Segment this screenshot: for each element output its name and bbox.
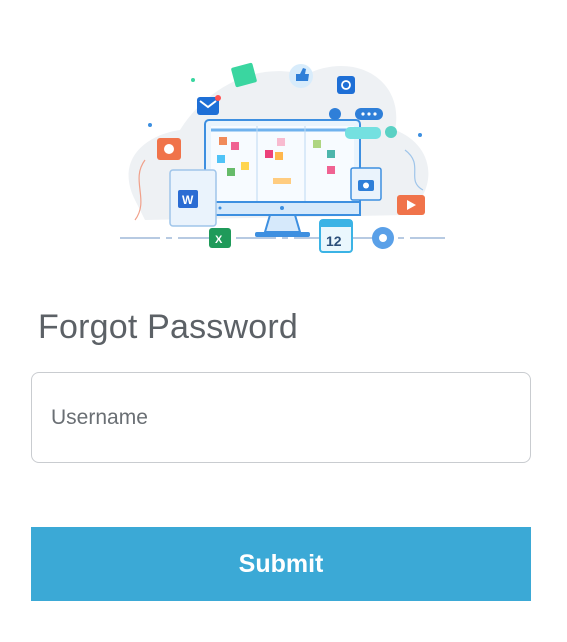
video-play-icon [397, 195, 425, 215]
email-icon [197, 95, 221, 115]
word-icon: W [169, 169, 217, 227]
calendar-icon: 12 [319, 219, 353, 253]
submit-button[interactable]: Submit [31, 527, 531, 601]
excel-icon: X [209, 228, 231, 248]
svg-text:12: 12 [326, 233, 342, 249]
svg-text:X: X [215, 234, 223, 246]
camera-icon [350, 167, 382, 201]
monitor-illustration: W X 12 [120, 62, 445, 253]
like-icon [289, 64, 313, 88]
page-title: Forgot Password [38, 308, 298, 346]
hero-illustration: W X 12 [105, 40, 455, 270]
username-input[interactable] [32, 405, 530, 430]
svg-text:W: W [182, 193, 194, 207]
username-field[interactable] [31, 372, 531, 463]
gear-icon [372, 227, 394, 249]
at-sign-icon [337, 76, 355, 94]
powerpoint-icon [157, 138, 181, 160]
